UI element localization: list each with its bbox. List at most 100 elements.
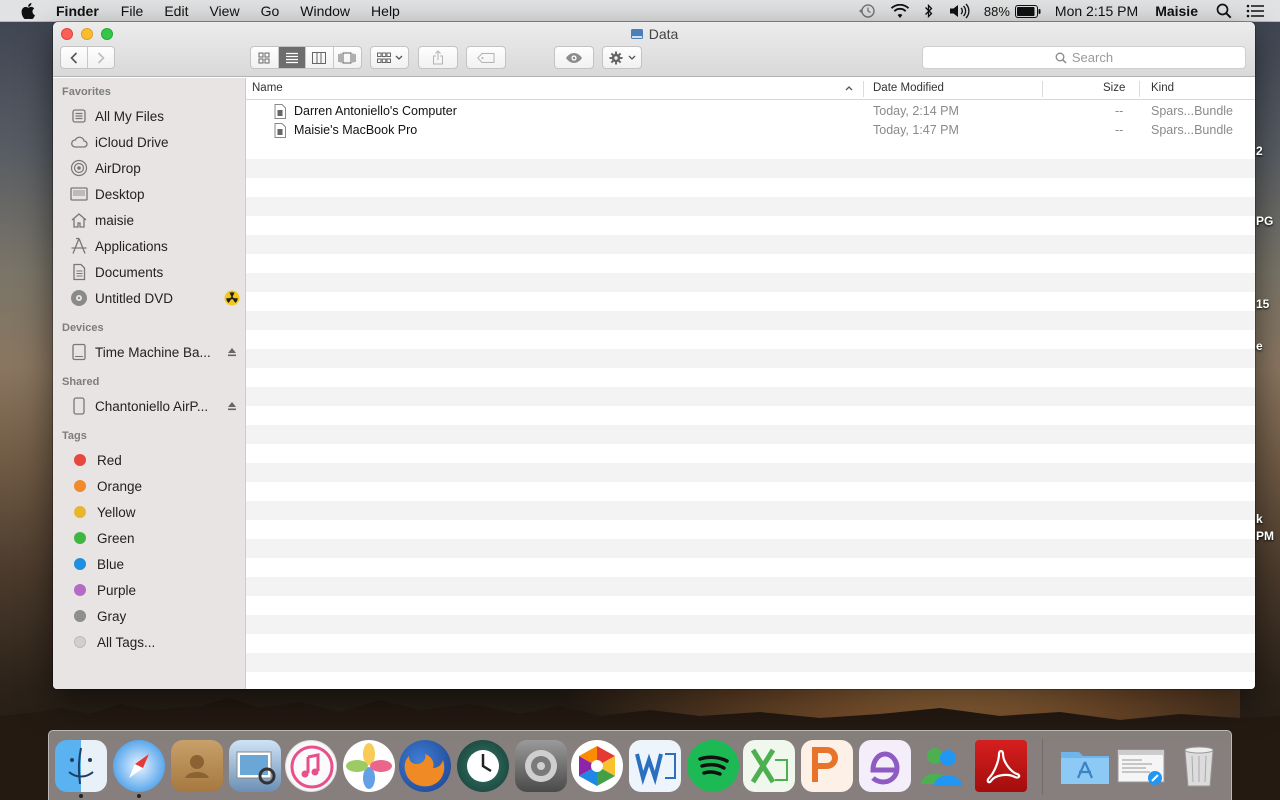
forward-button[interactable] — [88, 47, 114, 68]
column-header-size[interactable]: Size — [1103, 82, 1125, 94]
sidebar-item-untitled-dvd[interactable]: Untitled DVD — [69, 286, 241, 310]
sidebar-item-home[interactable]: maisie — [69, 208, 241, 232]
battery-percent[interactable]: 88% — [984, 4, 1010, 19]
empty-row — [246, 235, 1255, 254]
document-icon — [274, 104, 286, 119]
sidebar-tag-orange[interactable]: Orange — [69, 474, 241, 498]
cover-flow-button[interactable] — [334, 47, 361, 68]
desktop-file-label-fragment: PM — [1256, 529, 1274, 543]
sidebar-item-label: Purple — [97, 582, 137, 598]
sidebar-item-icloud-drive[interactable]: iCloud Drive — [69, 130, 241, 154]
spotify-icon[interactable] — [687, 740, 739, 792]
column-view-button[interactable] — [306, 47, 334, 68]
itunes-icon[interactable] — [285, 740, 337, 792]
bluetooth-icon[interactable] — [924, 3, 934, 19]
icon-view-button[interactable] — [251, 47, 279, 68]
empty-row — [246, 501, 1255, 520]
desktop-file-label-fragment: e — [1256, 339, 1263, 353]
volume-icon[interactable] — [948, 3, 970, 19]
menubar-clock[interactable]: Mon 2:15 PM — [1055, 3, 1138, 19]
menu-file[interactable]: File — [121, 3, 144, 19]
sidebar-tag-gray[interactable]: Gray — [69, 604, 241, 628]
desktop-file-label-fragment: PG — [1256, 214, 1274, 228]
apple-menu-icon[interactable] — [0, 2, 56, 19]
photos-icon[interactable] — [343, 740, 395, 792]
preview-icon[interactable] — [229, 740, 281, 792]
sidebar-item-time-machine-backup[interactable]: Time Machine Ba... — [69, 340, 241, 364]
empty-row — [246, 539, 1255, 558]
menu-edit[interactable]: Edit — [164, 3, 188, 19]
time-machine-status-icon[interactable] — [858, 3, 876, 19]
sidebar-item-chantoniello-airport[interactable]: Chantoniello AirP... — [69, 394, 241, 418]
empty-row — [246, 197, 1255, 216]
cover-flow-icon — [338, 52, 356, 63]
menu-app-name[interactable]: Finder — [56, 3, 99, 19]
downloads-stack-icon[interactable] — [1115, 740, 1167, 792]
list-icon — [285, 52, 298, 63]
table-row[interactable]: Darren Antoniello's Computer Today, 2:14… — [246, 102, 1255, 121]
sidebar-item-desktop[interactable]: Desktop — [69, 182, 241, 206]
sort-ascending-icon[interactable] — [845, 85, 853, 91]
sidebar-item-label: Chantoniello AirP... — [95, 398, 209, 414]
sidebar-tag-blue[interactable]: Blue — [69, 552, 241, 576]
file-size: -- — [1115, 123, 1124, 137]
menubar-user[interactable]: Maisie — [1155, 3, 1198, 19]
action-menu-button[interactable] — [602, 46, 642, 69]
contacts-icon[interactable] — [171, 740, 223, 792]
sidebar-tag-yellow[interactable]: Yellow — [69, 500, 241, 524]
menu-view[interactable]: View — [209, 3, 239, 19]
powerpoint-icon[interactable] — [801, 740, 853, 792]
acrobat-icon[interactable] — [975, 740, 1027, 792]
menu-bar: Finder File Edit View Go Window Help 88%… — [0, 0, 1280, 22]
battery-icon[interactable] — [1014, 4, 1041, 18]
sidebar-item-airdrop[interactable]: AirDrop — [69, 156, 241, 180]
sidebar-item-label: Time Machine Ba... — [95, 344, 211, 360]
back-button[interactable] — [61, 47, 88, 68]
spotlight-icon[interactable] — [1216, 3, 1232, 19]
menu-help[interactable]: Help — [371, 3, 400, 19]
safari-icon[interactable] — [113, 740, 165, 792]
picasa-icon[interactable] — [571, 740, 623, 792]
window-toolbar: Data Search — [53, 22, 1255, 77]
tag-color-dot — [74, 584, 86, 596]
notification-center-icon[interactable] — [1246, 4, 1264, 18]
sidebar-item-applications[interactable]: Applications — [69, 234, 241, 258]
word-icon[interactable] — [629, 740, 681, 792]
burn-icon[interactable] — [223, 290, 241, 306]
column-header-name[interactable]: Name — [252, 82, 283, 94]
sidebar-item-documents[interactable]: Documents — [69, 260, 241, 284]
dock-separator — [1042, 739, 1043, 795]
messenger-icon[interactable] — [915, 740, 967, 792]
arrange-menu-button[interactable] — [370, 46, 409, 69]
trash-icon[interactable] — [1173, 740, 1225, 792]
firefox-icon[interactable] — [399, 740, 451, 792]
wifi-icon[interactable] — [890, 3, 910, 19]
list-view-button[interactable] — [278, 47, 306, 68]
sidebar-item-all-my-files[interactable]: All My Files — [69, 104, 241, 128]
column-header-date-modified[interactable]: Date Modified — [873, 82, 944, 94]
eject-icon[interactable] — [223, 401, 241, 411]
table-row[interactable]: Maisie's MacBook Pro Today, 1:47 PM -- S… — [246, 121, 1255, 140]
finder-window: Data Search Favorites All My Files iClou… — [53, 22, 1255, 689]
documents-icon — [69, 262, 89, 282]
sidebar-tag-green[interactable]: Green — [69, 526, 241, 550]
quick-look-button[interactable] — [554, 46, 594, 69]
search-field[interactable]: Search — [922, 46, 1246, 69]
column-header-kind[interactable]: Kind — [1151, 82, 1174, 94]
edit-tags-button[interactable] — [466, 46, 506, 69]
finder-icon[interactable] — [55, 740, 107, 792]
entourage-icon[interactable] — [859, 740, 911, 792]
menu-window[interactable]: Window — [300, 3, 350, 19]
sidebar-tag-purple[interactable]: Purple — [69, 578, 241, 602]
eject-icon[interactable] — [223, 347, 241, 357]
system-preferences-icon[interactable] — [515, 740, 567, 792]
desktop-file-label-fragment: k — [1256, 512, 1263, 526]
sidebar-tag-red[interactable]: Red — [69, 448, 241, 472]
menu-go[interactable]: Go — [261, 3, 280, 19]
applications-folder-icon[interactable] — [1059, 740, 1111, 792]
time-machine-icon[interactable] — [457, 740, 509, 792]
excel-icon[interactable] — [743, 740, 795, 792]
share-button[interactable] — [418, 46, 458, 69]
sidebar-all-tags[interactable]: All Tags... — [69, 630, 241, 654]
all-files-icon — [69, 106, 89, 126]
